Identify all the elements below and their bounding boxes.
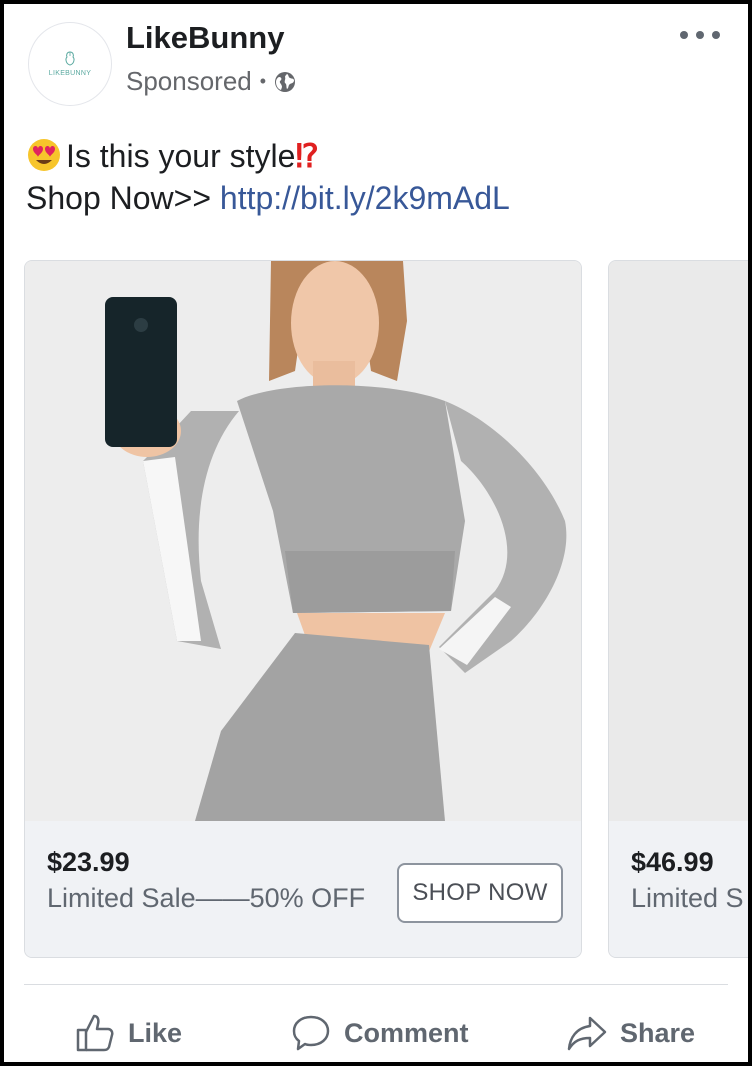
carousel-card-1[interactable]: $23.99 Limited Sale——50% OFF SHOP NOW bbox=[24, 260, 582, 958]
share-label: Share bbox=[620, 1017, 696, 1048]
product-photo-2[interactable] bbox=[609, 261, 748, 821]
more-dots-icon[interactable] bbox=[680, 24, 720, 46]
sponsored-label[interactable]: Sponsored bbox=[126, 66, 252, 97]
carousel-card-2-footer: $46.99 Limited S bbox=[609, 821, 748, 957]
post-line-2: Shop Now>> http://bit.ly/2k9mAdL bbox=[26, 177, 510, 219]
globe-icon[interactable] bbox=[273, 70, 297, 94]
meta-separator: • bbox=[259, 71, 267, 91]
post-text: Is this your style⁉ Shop Now>> http://bi… bbox=[26, 135, 510, 219]
post-headline: Is this your style bbox=[66, 138, 296, 174]
shop-now-button[interactable]: SHOP NOW bbox=[397, 863, 563, 923]
page-avatar[interactable]: LIKEBUNNY bbox=[28, 22, 112, 106]
description-2: Limited S bbox=[631, 883, 744, 913]
price-1: $23.99 bbox=[47, 847, 130, 877]
share-button[interactable]: Share bbox=[566, 1008, 695, 1058]
price-2: $46.99 bbox=[631, 847, 714, 877]
shop-now-prefix: Shop Now>> bbox=[26, 180, 220, 216]
heart-eyes-emoji-icon bbox=[28, 139, 60, 171]
avatar-logo-text: LIKEBUNNY bbox=[48, 70, 92, 77]
post-link[interactable]: http://bit.ly/2k9mAdL bbox=[220, 180, 510, 216]
like-label: Like bbox=[128, 1017, 183, 1048]
post-line-1: Is this your style⁉ bbox=[26, 135, 510, 177]
bunny-logo-icon bbox=[65, 51, 75, 66]
carousel-card-1-footer: $23.99 Limited Sale——50% OFF SHOP NOW bbox=[25, 821, 581, 957]
share-arrow-icon bbox=[567, 1016, 607, 1051]
interrobang-emoji: ⁉ bbox=[295, 138, 319, 174]
product-photo-1[interactable] bbox=[25, 261, 581, 821]
carousel-card-2[interactable]: $46.99 Limited S bbox=[608, 260, 748, 958]
comment-label: Comment bbox=[344, 1017, 469, 1048]
post-meta: Sponsored • bbox=[126, 66, 297, 97]
comment-button[interactable]: Comment bbox=[290, 1008, 469, 1058]
description-1: Limited Sale——50% OFF bbox=[47, 883, 366, 913]
thumbs-up-icon bbox=[76, 1014, 114, 1052]
page-name[interactable]: LikeBunny bbox=[126, 20, 284, 56]
comment-bubble-icon bbox=[292, 1015, 330, 1051]
sponsored-post: LIKEBUNNY LikeBunny Sponsored • Is this … bbox=[4, 4, 748, 1062]
actions-divider bbox=[24, 984, 728, 985]
like-button[interactable]: Like bbox=[74, 1008, 182, 1058]
